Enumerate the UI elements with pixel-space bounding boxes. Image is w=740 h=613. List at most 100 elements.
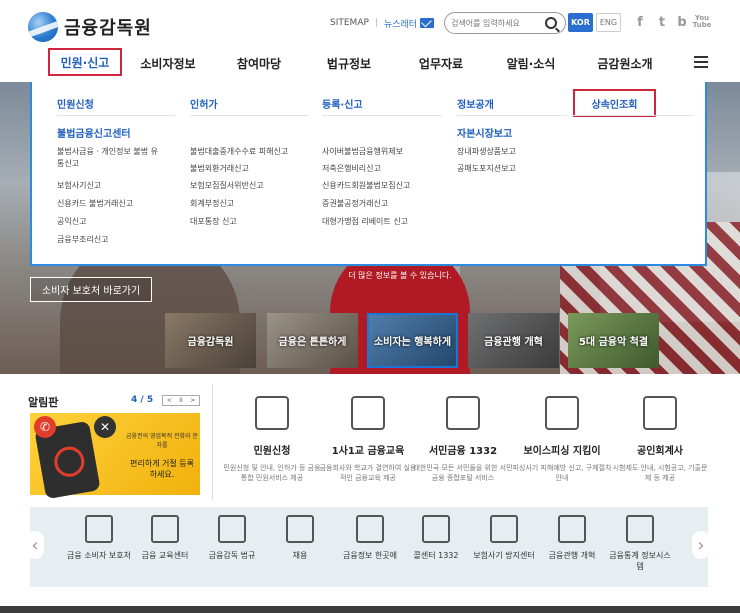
mega-item[interactable]: 불법외환거래신고 [190,163,249,175]
document-edit-icon [255,396,289,430]
divider [190,115,308,116]
mega-item[interactable]: 회계부정신고 [190,198,234,210]
mega-col-title[interactable]: 민원신청 [57,96,94,111]
banner-text: 금융권의 영업목적 전화와 문자를 [126,433,198,449]
nav-item-consumer-info[interactable]: 소비자정보 [133,49,203,77]
monitor-chart-icon [643,396,677,430]
nav-item-participation[interactable]: 참여마당 [228,49,290,77]
service-cpa[interactable]: 공인회계사 시험제도 안내, 시험공고, 기출문제 등 제공 [610,396,710,483]
mega-col-title[interactable]: 등록·신고 [322,96,363,111]
quick-label: 보험사기 방지센터 [473,551,535,560]
service-1332[interactable]: 서민금융 1332 대한민국 모든 서민들을 위한 서민금융 종합포털 서비스 [413,396,513,483]
hero-tile[interactable]: 금융감독원 [165,313,256,368]
mega-item[interactable]: 신용카드회원불법모집신고 [322,180,410,192]
mega-col-title-inheritance[interactable]: 상속인조회 [573,89,656,117]
consumer-protection-button[interactable]: 소비자 보호처 바로가기 [30,277,152,302]
nav-item-complaint[interactable]: 민원·신고 [48,48,122,76]
logo[interactable]: 금융감독원 [28,12,188,42]
mega-item[interactable]: 대형가맹점 리베이트 신고 [322,216,408,228]
service-education[interactable]: 1사1교 금융교육 금융회사와 학교가 결연하여 실용적인 금융교육 제공 [318,396,418,483]
service-title: 민원신청 [253,446,291,457]
hero-tile-active[interactable]: 소비자는 행복하게 [367,313,458,368]
notice-page-indicator: 4 / 5 [131,395,154,405]
hero-tile[interactable]: 금융관행 개혁 [468,313,559,368]
sitemap-link[interactable]: SITEMAP [330,18,369,28]
blog-icon[interactable]: b [674,14,690,30]
mega-item[interactable]: 보험사기신고 [57,180,101,192]
quick-label: 콜센터 1332 [413,551,459,560]
mega-col-title[interactable]: 인허가 [190,96,218,111]
quick-education[interactable]: 금융 교육센터 [133,515,197,561]
mega-col-title[interactable]: 정보공개 [457,96,494,111]
mega-item[interactable]: 통신고 [57,158,79,170]
separator: | [374,18,378,28]
mail-icon[interactable] [420,18,435,28]
books-icon [218,515,246,543]
youtube-icon[interactable]: You Tube [693,14,712,30]
quick-fraud[interactable]: 보험사기 방지센터 [472,515,536,561]
mega-item[interactable]: 공매도포지션보고 [457,163,516,175]
search-icon[interactable] [545,17,558,29]
won-icon [446,396,480,430]
prev-icon[interactable]: < [167,397,172,404]
service-title: 서민금융 1332 [428,446,498,457]
divider [322,115,442,116]
quick-reform[interactable]: 금융관행 개혁 [540,515,604,561]
pause-icon[interactable]: II [179,397,183,404]
service-desc: 피싱사기 피해예방 신고, 구제절차 안내 [512,464,612,482]
mega-item[interactable]: 증권불공정거래신고 [322,198,388,210]
quick-info[interactable]: 금융정보 한곳에 [338,515,402,561]
search-input[interactable] [451,18,544,28]
mega-subtitle[interactable]: 불법금융신고센터 [57,125,131,140]
quick-label: 금융정보 한곳에 [342,551,398,560]
hero-tile[interactable]: 금융은 튼튼하게 [267,313,358,368]
nav-item-about[interactable]: 금감원소개 [590,49,660,77]
lightbulb-icon [558,515,586,543]
mega-item[interactable]: 저축은행비리신고 [322,163,381,175]
mega-menu: 민원신청 인허가 등록·신고 정보공개 상속인조회 불법금융신고센터 불법사금융… [30,82,707,266]
nav-item-work-data[interactable]: 업무자료 [410,49,472,77]
newsletter-link[interactable]: 뉴스레터 [384,17,417,30]
next-icon[interactable]: > [190,397,195,404]
notice-title: 알림판 [28,396,59,409]
quick-label: 금융 소비자 보호처 [67,551,131,560]
search-box [444,12,567,34]
mega-item[interactable]: 신용카드 불법거래신고 [57,198,133,210]
no-message-icon: ✕ [94,416,116,438]
chevron-left-icon[interactable]: ‹ [26,531,44,559]
consumer-icon [85,515,113,543]
mega-subtitle[interactable]: 자본시장보고 [457,125,512,140]
chevron-right-icon[interactable]: › [692,531,710,559]
mega-item[interactable]: 금융부조리신고 [57,234,109,246]
service-complaint[interactable]: 민원신청 민원신청 및 안내, 인허가 등 금융통합 민원서비스 제공 [222,396,322,483]
mega-item[interactable]: 보험모집질서위반신고 [190,180,264,192]
service-desc: 시험제도 안내, 시험공고, 기출문제 등 제공 [612,464,708,482]
quick-label: 금융 교육센터 [141,551,189,560]
mega-item[interactable]: 대포통장 신고 [190,216,237,228]
quick-recruit[interactable]: 채용 [268,515,332,561]
quick-consumer-protection[interactable]: 금융 소비자 보호처 [67,515,131,561]
service-desc: 민원신청 및 안내, 인허가 등 금융통합 민원서비스 제공 [223,464,321,482]
banner-headline: 편리하게 거절 등록 하세요. [130,459,194,479]
divider [457,115,567,116]
person-icon [286,515,314,543]
facebook-icon[interactable]: f [632,14,648,30]
mega-item[interactable]: 불법사금융 · 개인정보 불법 유 [57,146,158,158]
nav-item-regulation[interactable]: 법규정보 [318,49,380,77]
pencil-icon [151,515,179,543]
quick-callcenter[interactable]: 콜센터 1332 [404,515,468,561]
mega-item[interactable]: 공익신고 [57,216,86,228]
mega-item[interactable]: 장내파생상품보고 [457,146,516,158]
quick-regulation[interactable]: 금융감독 법규 [200,515,264,561]
menu-icon[interactable] [694,56,708,68]
lang-eng-button[interactable]: ENG [596,13,621,32]
twitter-icon[interactable]: t [654,14,670,30]
service-voice-phishing[interactable]: 보이스피싱 지킴이 피싱사기 피해예방 신고, 구제절차 안내 [512,396,612,483]
mega-item[interactable]: 불법대출중개수수료 피해신고 [190,146,288,158]
divider [573,115,693,116]
lang-kor-button[interactable]: KOR [568,13,593,32]
mega-item[interactable]: 사이버불법금융행위제보 [322,146,403,158]
quick-statistics[interactable]: 금융통계 정보시스템 [608,515,672,572]
hero-tile[interactable]: 5대 금융악 척결 [568,313,659,368]
nav-item-news[interactable]: 알림·소식 [500,49,562,77]
